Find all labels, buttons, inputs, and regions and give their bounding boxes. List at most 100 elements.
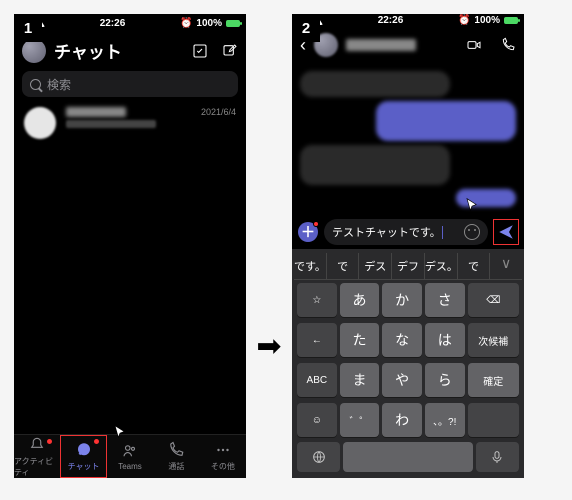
compose-icon[interactable]	[222, 43, 238, 59]
key-star[interactable]: ☆	[297, 283, 337, 317]
keyboard-bottom-row	[294, 440, 522, 476]
candidate-bar: です。 で デス デフ デス。 で ∨	[294, 253, 522, 280]
candidate[interactable]: デス。	[425, 253, 458, 279]
globe-icon	[311, 449, 327, 465]
page-title: チャット	[54, 38, 184, 63]
space-key[interactable]	[343, 442, 473, 472]
battery-icon	[226, 20, 240, 27]
contact-name-blurred	[66, 107, 126, 117]
keyboard: です。 で デス デフ デス。 で ∨ ☆ あ か さ ⌫ ← た な は 次候…	[292, 249, 524, 478]
battery-icon	[504, 17, 518, 24]
nav-teams[interactable]: Teams	[107, 435, 153, 478]
nav-label-teams: Teams	[118, 462, 142, 471]
more-icon	[214, 441, 232, 459]
outgoing-message	[456, 189, 516, 207]
emoji-icon[interactable]	[464, 224, 480, 240]
chat-list-item[interactable]: 2021/6/4	[14, 99, 246, 147]
key-left[interactable]: ←	[297, 323, 337, 357]
globe-key[interactable]	[297, 442, 340, 472]
status-time: 22:26	[100, 18, 126, 29]
incoming-message	[300, 145, 450, 185]
notification-dot	[313, 221, 319, 227]
step-2: 2 22:26 ⏰ 100% ‹	[292, 14, 524, 478]
battery-text: 100%	[196, 18, 222, 29]
chat-date: 2021/6/4	[201, 107, 236, 139]
candidate[interactable]: です。	[294, 253, 327, 279]
message-preview-blurred	[66, 120, 156, 128]
candidate[interactable]: で	[327, 253, 360, 279]
step-1: 1 22:26 ⏰ 100% チャット 検索	[14, 14, 246, 478]
send-button[interactable]	[494, 220, 518, 244]
key-dakuten[interactable]: ゛゜	[340, 403, 380, 437]
teams-icon	[121, 442, 139, 460]
send-icon	[497, 223, 515, 241]
bottom-nav: アクティビティ チャット Teams 通話 その他	[14, 434, 246, 478]
compose-bar: ＋ テストチャットです。	[292, 215, 524, 249]
key-confirm[interactable]: 確定	[468, 363, 520, 397]
key-ta[interactable]: た	[340, 323, 380, 357]
notification-dot	[94, 439, 99, 444]
mic-icon	[489, 449, 505, 465]
status-bar: 22:26 ⏰ 100%	[14, 14, 246, 32]
phone-screen-1: 22:26 ⏰ 100% チャット 検索 2021	[14, 14, 246, 478]
alarm-icon: ⏰	[458, 15, 470, 26]
key-ka[interactable]: か	[382, 283, 422, 317]
nav-chat[interactable]: チャット	[60, 435, 106, 478]
add-attachment-button[interactable]: ＋	[298, 222, 318, 242]
nav-more[interactable]: その他	[200, 435, 246, 478]
phone-screen-2: 22:26 ⏰ 100% ‹ ＋ テストチャットです。	[292, 14, 524, 478]
key-abc[interactable]: ABC	[297, 363, 337, 397]
chat-list-header: チャット	[14, 32, 246, 69]
chat-icon	[75, 441, 93, 459]
contact-name-blurred	[346, 39, 416, 51]
incoming-message	[300, 71, 450, 97]
phone-icon	[167, 441, 185, 459]
notification-dot	[47, 439, 52, 444]
contact-avatar	[24, 107, 56, 139]
search-placeholder: 検索	[47, 76, 71, 93]
profile-avatar[interactable]	[22, 39, 46, 63]
step-badge-1: 1	[14, 14, 42, 42]
text-caret	[442, 226, 443, 239]
nav-activity[interactable]: アクティビティ	[14, 435, 60, 478]
status-bar: 22:26 ⏰ 100%	[292, 14, 524, 27]
audio-call-icon[interactable]	[500, 37, 516, 53]
key-ma[interactable]: ま	[340, 363, 380, 397]
key-a[interactable]: あ	[340, 283, 380, 317]
key-next-candidate[interactable]: 次候補	[468, 323, 520, 357]
key-na[interactable]: な	[382, 323, 422, 357]
mic-key[interactable]	[476, 442, 519, 472]
search-input[interactable]: 検索	[22, 71, 238, 97]
status-time: 22:26	[378, 15, 404, 26]
step-badge-2: 2	[292, 14, 320, 42]
nav-calls[interactable]: 通話	[153, 435, 199, 478]
bell-icon	[28, 436, 46, 454]
key-emoji[interactable]: ☺	[297, 403, 337, 437]
key-backspace[interactable]: ⌫	[468, 283, 520, 317]
message-input[interactable]: テストチャットです。	[324, 219, 488, 245]
nav-label-activity: アクティビティ	[14, 456, 60, 478]
conversation-header: ‹	[292, 27, 524, 63]
key-wa[interactable]: わ	[382, 403, 422, 437]
video-call-icon[interactable]	[466, 37, 482, 53]
candidate[interactable]: で	[458, 253, 491, 279]
key-ha[interactable]: は	[425, 323, 465, 357]
arrow-icon: ➡	[246, 129, 292, 364]
outgoing-message	[376, 101, 516, 141]
key-ra[interactable]: ら	[425, 363, 465, 397]
nav-label-more: その他	[211, 461, 235, 472]
key-punct[interactable]: 、。?!	[425, 403, 465, 437]
candidate-expand[interactable]: ∨	[490, 253, 522, 279]
add-to-chat-icon[interactable]	[192, 43, 208, 59]
candidate[interactable]: デス	[359, 253, 392, 279]
candidate[interactable]: デフ	[392, 253, 425, 279]
key-ya[interactable]: や	[382, 363, 422, 397]
battery-text: 100%	[474, 15, 500, 26]
alarm-icon: ⏰	[180, 18, 192, 29]
key-blank[interactable]	[468, 403, 520, 437]
key-sa[interactable]: さ	[425, 283, 465, 317]
nav-label-chat: チャット	[68, 461, 100, 472]
nav-label-calls: 通話	[168, 461, 184, 472]
message-input-text: テストチャットです。	[332, 224, 441, 240]
message-list[interactable]	[292, 63, 524, 215]
